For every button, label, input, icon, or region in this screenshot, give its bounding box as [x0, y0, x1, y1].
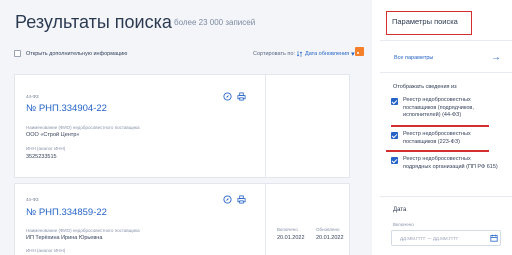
supplier-name: ООО «Строй Центр» [26, 132, 80, 138]
supplier-label: Наименование (ФИО) недобросовестного пос… [26, 228, 140, 233]
results-count: более 23 000 записей [174, 18, 256, 27]
divider [380, 196, 512, 197]
divider [380, 72, 512, 73]
inn-value: 3525233515 [26, 154, 57, 160]
arrow-right-icon[interactable]: → [491, 52, 501, 63]
more-info-label: Открыть дополнительную информацию [26, 50, 128, 57]
registry-checkbox-223fz[interactable]: Реестр недобросовестных поставщиков (223… [391, 131, 498, 146]
all-params-link[interactable]: Все параметры [394, 55, 433, 61]
calendar-icon[interactable] [490, 234, 498, 242]
red-underline [391, 125, 489, 127]
more-info-checkbox[interactable] [14, 50, 21, 57]
panel-title: Параметры поиска [392, 17, 458, 26]
included-field-label: Включено [393, 222, 414, 227]
registry-label: Реестр недобросовестных поставщиков (223… [403, 131, 471, 145]
registry-checkbox-44fz[interactable]: Реестр недобросовестных поставщиков (под… [391, 97, 498, 120]
law-label: 44-ФЗ [26, 94, 39, 99]
updated-date: 20.01.2022 [316, 235, 344, 241]
sort-control[interactable]: Сортировать по: Дата обновления ▾ [253, 50, 355, 58]
registry-label: Реестр недобросовестных поставщиков (под… [403, 97, 474, 118]
checkbox-checked[interactable] [391, 132, 398, 139]
page-title: Результаты поиска [15, 12, 172, 32]
compass-icon[interactable] [223, 92, 232, 101]
rss-icon[interactable] [355, 47, 364, 56]
checkbox-checked[interactable] [391, 98, 398, 105]
date-range-placeholder: ДД.ММ.ГГГГ — ДД.ММ.ГГГГ [400, 236, 459, 241]
inn-label: ИНН (аналог ИНН) [26, 146, 66, 151]
more-info-toggle[interactable]: Открыть дополнительную информацию [14, 50, 127, 57]
divider [380, 40, 512, 41]
updated-label: Обновлено [316, 227, 340, 232]
registry-number-link[interactable]: № РНП.334859-22 [26, 207, 107, 218]
show-from-label: Отображать сведения из [393, 84, 457, 90]
registry-number-link[interactable]: № РНП.334904-22 [26, 103, 107, 114]
included-date: 20.01.2022 [277, 235, 305, 241]
inn-label: ИНН (аналог ИНН) [26, 248, 66, 253]
date-section-label: Дата [393, 207, 407, 213]
registry-checkbox-pp615[interactable]: Реестр недобросовестных подрядных органи… [391, 156, 498, 171]
result-card: 44-ФЗ № РНП.334859-22 Наименование (ФИО)… [14, 183, 350, 255]
sort-direction-icon[interactable] [296, 51, 302, 57]
red-underline [386, 150, 489, 152]
compass-icon[interactable] [223, 195, 232, 204]
supplier-label: Наименование (ФИО) недобросовестного пос… [26, 125, 140, 130]
search-params-panel [372, 0, 512, 255]
sort-select[interactable]: Дата обновления [305, 51, 349, 57]
print-icon[interactable] [237, 195, 246, 204]
checkbox-checked[interactable] [391, 157, 398, 164]
sort-label: Сортировать по: [253, 51, 295, 57]
card-divider [265, 184, 266, 255]
included-date-range-input[interactable]: ДД.ММ.ГГГГ — ДД.ММ.ГГГГ [391, 230, 501, 246]
result-card: 44-ФЗ № РНП.334904-22 Наименование (ФИО)… [14, 74, 350, 178]
print-icon[interactable] [237, 92, 246, 101]
card-divider [265, 75, 266, 177]
registry-label: Реестр недобросовестных подрядных органи… [403, 156, 498, 170]
supplier-name: ИП Терёхина Ирина Юрьевна [26, 235, 103, 241]
included-label: Включено [277, 227, 298, 232]
law-label: 44-ФЗ [26, 197, 39, 202]
